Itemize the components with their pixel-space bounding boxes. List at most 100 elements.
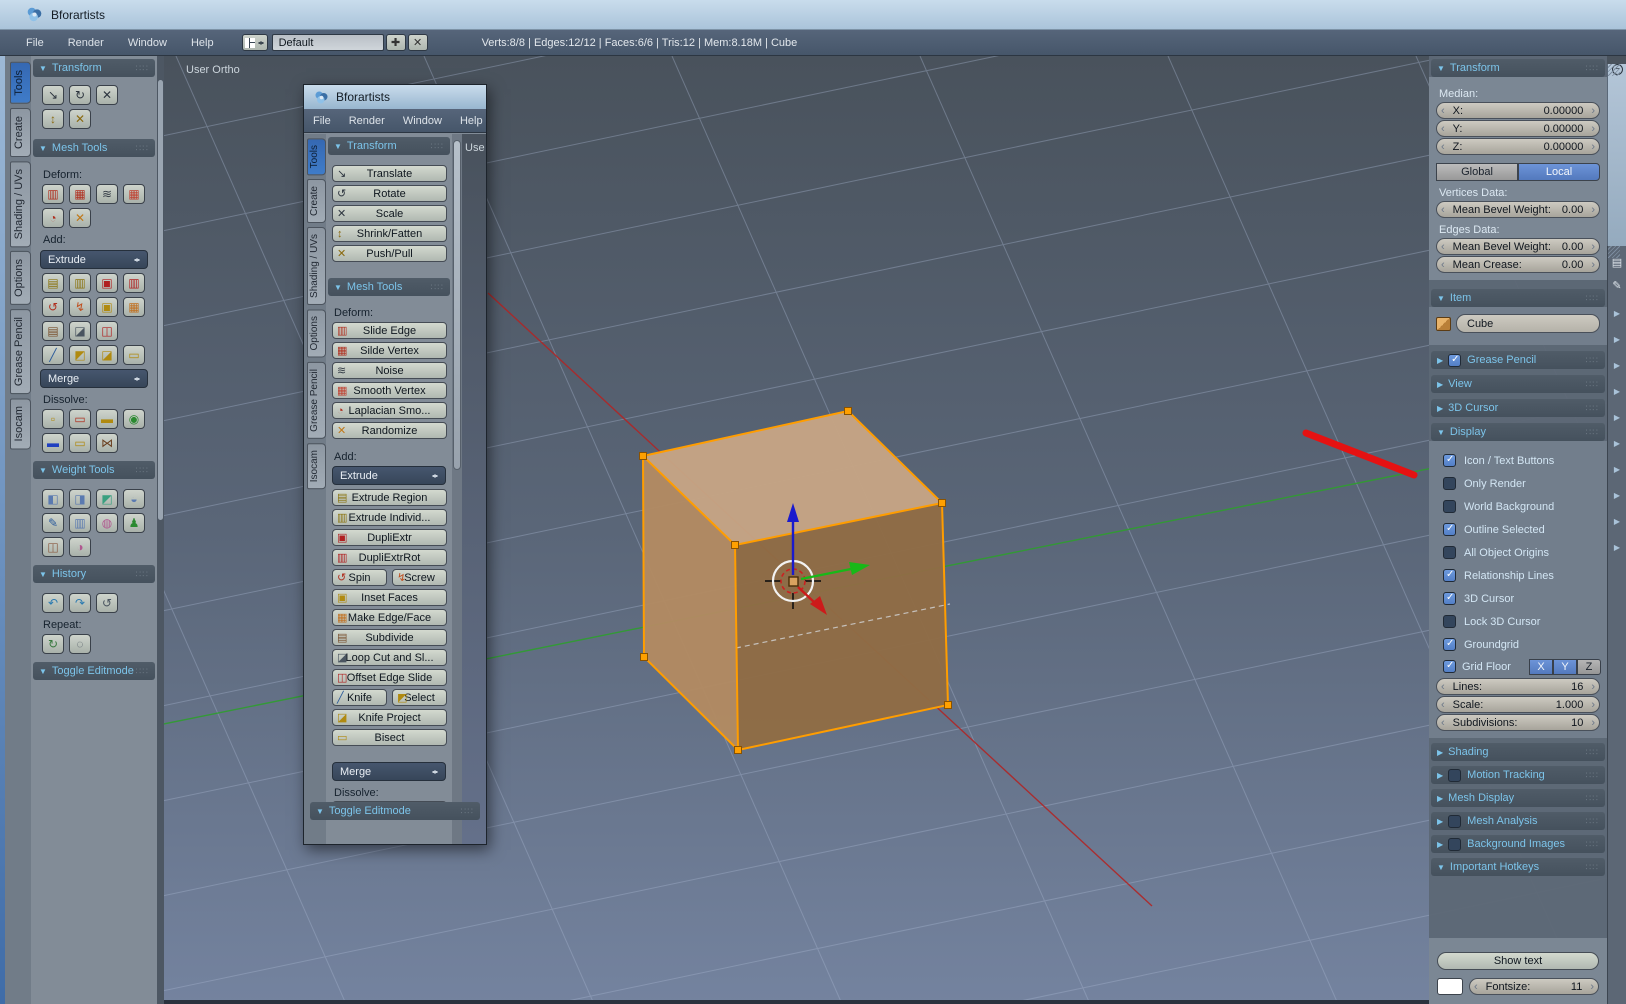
- redo-icon[interactable]: ↷: [69, 593, 91, 613]
- extrude-dropdown[interactable]: Extrude: [332, 466, 446, 485]
- panel-mesh-display[interactable]: ▶ Mesh Display: [1431, 789, 1605, 807]
- smooth-vertex-button[interactable]: ▦ Smooth Vertex: [332, 382, 447, 399]
- panel-grip-icon[interactable]: [461, 806, 474, 817]
- translate-button[interactable]: ↘ Translate: [332, 165, 447, 182]
- checkbox[interactable]: [1443, 477, 1456, 490]
- slide-vertex-button[interactable]: ▦ Silde Vertex: [332, 342, 447, 359]
- knife-project-button[interactable]: ◪ Knife Project: [332, 709, 447, 726]
- floating-window[interactable]: Bforartists File Render Window Help Tool…: [303, 84, 487, 845]
- noise-icon[interactable]: ≋: [96, 184, 118, 204]
- tab-isocam[interactable]: Isocam: [10, 398, 31, 449]
- scrollbar-thumb[interactable]: [453, 140, 461, 470]
- mean-crease-field[interactable]: Mean Crease: 0.00: [1436, 256, 1600, 273]
- panel-grip-icon[interactable]: [431, 282, 444, 293]
- checkbox[interactable]: [1443, 638, 1456, 651]
- tab-tools[interactable]: Tools: [307, 138, 326, 175]
- mesh-tools-panel-header[interactable]: ▼ Mesh Tools: [33, 139, 155, 157]
- float-menu-file[interactable]: File: [304, 115, 340, 127]
- float-menu-window[interactable]: Window: [394, 115, 451, 127]
- panel-checkbox[interactable]: [1448, 354, 1461, 367]
- push-pull-icon[interactable]: ✕: [69, 109, 91, 129]
- inset-faces-icon[interactable]: ▣: [96, 297, 118, 317]
- randomize-button[interactable]: ✕ Randomize: [332, 422, 447, 439]
- expand-arrow-icon[interactable]: ▶: [1614, 361, 1620, 370]
- show-text-button[interactable]: Show text: [1437, 952, 1599, 970]
- knife-select-icon[interactable]: ◩: [69, 345, 91, 365]
- scale-icon[interactable]: ✕: [96, 85, 118, 105]
- global-button[interactable]: Global: [1436, 163, 1518, 181]
- panel-mesh-analysis[interactable]: ▶ Mesh Analysis: [1431, 812, 1605, 830]
- menu-help[interactable]: Help: [179, 37, 226, 49]
- world-background-checkbox[interactable]: World Background: [1429, 495, 1607, 518]
- step-right-icon[interactable]: [1591, 204, 1595, 216]
- slide-edge-button[interactable]: ▥ Slide Edge: [332, 322, 447, 339]
- tab-shading-uvs[interactable]: Shading / UVs: [307, 227, 326, 305]
- panel-grip-icon[interactable]: [1586, 839, 1599, 850]
- tab-shading-uvs[interactable]: Shading / UVs: [10, 161, 31, 247]
- expand-arrow-icon[interactable]: ▶: [1614, 309, 1620, 318]
- menu-window[interactable]: Window: [116, 37, 179, 49]
- checkbox[interactable]: [1443, 569, 1456, 582]
- grid-floor-checkbox[interactable]: [1443, 660, 1456, 673]
- step-left-icon[interactable]: [1441, 241, 1445, 253]
- floating-window-titlebar[interactable]: Bforartists: [304, 85, 486, 109]
- panel-grip-icon[interactable]: [136, 143, 149, 154]
- expand-arrow-icon[interactable]: ▶: [1614, 517, 1620, 526]
- offset-edge-slide-button[interactable]: ◫ Offset Edge Slide: [332, 669, 447, 686]
- knife-project-icon[interactable]: ◪: [96, 345, 118, 365]
- weight-mirror-icon[interactable]: ◫: [42, 537, 64, 557]
- all-object-origins-checkbox[interactable]: All Object Origins: [1429, 541, 1607, 564]
- region-corner-icon[interactable]: [1608, 246, 1620, 258]
- expand-arrow-icon[interactable]: ▶: [1614, 413, 1620, 422]
- checkbox[interactable]: [1443, 546, 1456, 559]
- step-right-icon[interactable]: [1591, 681, 1595, 693]
- subdivide-button[interactable]: ▤ Subdivide: [332, 629, 447, 646]
- tab-tools[interactable]: Tools: [10, 62, 31, 104]
- local-button[interactable]: Local: [1518, 163, 1600, 181]
- checkbox[interactable]: [1443, 523, 1456, 536]
- panel-grease-pencil[interactable]: ▶ Grease Pencil: [1431, 351, 1605, 369]
- toggle-editmode-panel-header[interactable]: ▼ Toggle Editmode: [310, 802, 480, 820]
- panel-grip-icon[interactable]: [136, 63, 149, 74]
- panel-grip-icon[interactable]: [1586, 355, 1599, 366]
- tab-create[interactable]: Create: [307, 179, 326, 223]
- region-corner-icon[interactable]: [1608, 64, 1620, 76]
- weight-levels-icon[interactable]: ▥: [69, 513, 91, 533]
- dupliextrrot-icon[interactable]: ▥: [123, 273, 145, 293]
- screw-button[interactable]: ↯ Screw: [392, 569, 447, 586]
- randomize-icon[interactable]: ✕: [69, 208, 91, 228]
- extrude-individual-button[interactable]: ▥ Extrude Individ...: [332, 509, 447, 526]
- step-left-icon[interactable]: [1441, 717, 1445, 729]
- checkbox[interactable]: [1443, 592, 1456, 605]
- vertex-bevel-weight-field[interactable]: Mean Bevel Weight: 0.00: [1436, 201, 1600, 218]
- step-left-icon[interactable]: [1441, 699, 1445, 711]
- merge-dropdown[interactable]: Merge: [332, 762, 446, 781]
- weight-invert-icon[interactable]: ◑: [69, 537, 91, 557]
- expand-arrow-icon[interactable]: ▶: [1614, 439, 1620, 448]
- step-right-icon[interactable]: [1590, 981, 1594, 993]
- median-z-field[interactable]: Z: 0.00000: [1436, 138, 1600, 155]
- step-right-icon[interactable]: [1591, 717, 1595, 729]
- loop-cut-icon[interactable]: ◪: [69, 321, 91, 341]
- panel-grip-icon[interactable]: [1586, 427, 1599, 438]
- panel-grip-icon[interactable]: [1586, 747, 1599, 758]
- grid-scale-field[interactable]: Scale: 1.000: [1436, 696, 1600, 713]
- menu-render[interactable]: Render: [56, 37, 116, 49]
- panel-grip-icon[interactable]: [1586, 403, 1599, 414]
- push-pull-button[interactable]: ✕ Push/Pull: [332, 245, 447, 262]
- fontsize-field[interactable]: Fontsize: 11: [1469, 978, 1599, 995]
- expand-arrow-icon[interactable]: ▶: [1614, 543, 1620, 552]
- make-edge-face-button[interactable]: ▦ Make Edge/Face: [332, 609, 447, 626]
- laplacian-smooth-icon[interactable]: ◔: [42, 208, 64, 228]
- dupliextrrot-button[interactable]: ▥ DupliExtrRot: [332, 549, 447, 566]
- float-menu-render[interactable]: Render: [340, 115, 394, 127]
- transform-panel-header[interactable]: ▼ Transform: [328, 137, 450, 155]
- mesh-tools-panel-header[interactable]: ▼ Mesh Tools: [328, 278, 450, 296]
- median-y-field[interactable]: Y: 0.00000: [1436, 120, 1600, 137]
- tab-isocam[interactable]: Isocam: [307, 443, 326, 489]
- panel-grip-icon[interactable]: [136, 569, 149, 580]
- weight-assign-icon[interactable]: ♟: [123, 513, 145, 533]
- tab-options[interactable]: Options: [307, 309, 326, 357]
- repeat-last-icon[interactable]: ↻: [42, 634, 64, 654]
- relationship-lines-checkbox[interactable]: Relationship Lines: [1429, 564, 1607, 587]
